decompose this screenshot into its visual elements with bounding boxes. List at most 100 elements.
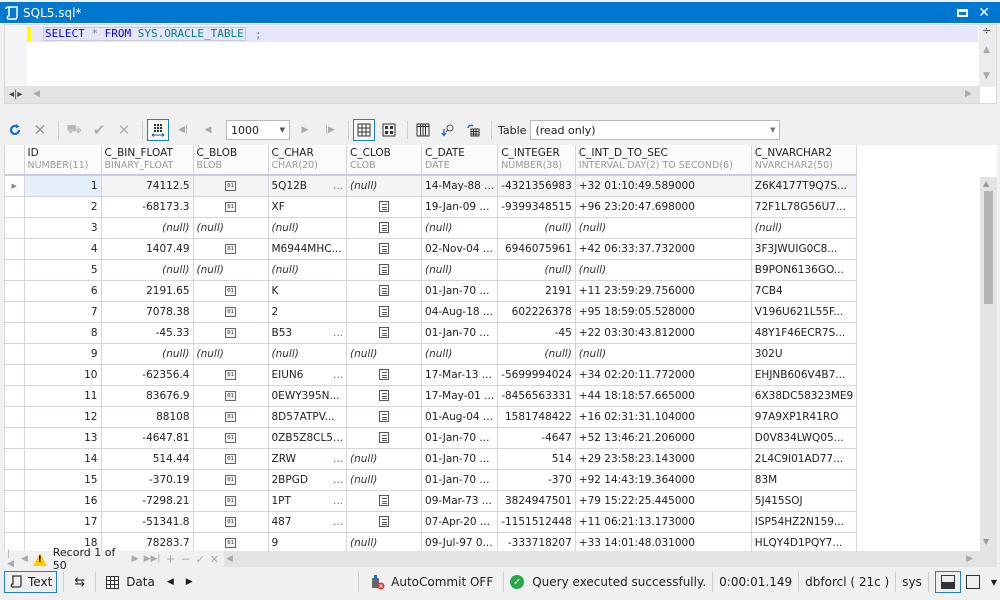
last-page-button[interactable]: |▶ [319,119,341,141]
cell-char[interactable]: (null) [268,259,348,281]
cell-blob[interactable]: 01 [193,385,269,407]
row-indicator[interactable] [5,259,25,281]
cell-char[interactable]: B53... [268,322,348,344]
cell-bin-float[interactable]: 2191.65 [101,280,194,302]
cell-char[interactable]: ZRW... [268,448,348,470]
row-indicator[interactable] [5,280,25,302]
cell-blob[interactable]: 01 [193,406,269,428]
more-text-ellipsis-icon[interactable]: ... [333,474,343,486]
cell-clob[interactable] [346,364,423,386]
row-indicator[interactable] [5,364,25,386]
cell-id[interactable]: 9 [24,343,102,365]
cell-clob[interactable] [346,511,423,533]
scroll-right-icon[interactable]: ▶ [966,554,973,564]
cell-id[interactable]: 10 [24,364,102,386]
table-row[interactable]: 5 (null) (null) (null) (null) (null) (null) B9P… [5,259,858,281]
cell-id[interactable]: 6 [24,280,102,302]
cell-clob[interactable] [346,301,423,323]
binary-data-icon[interactable]: 01 [225,474,236,485]
editor-vertical-scrollbar[interactable]: ÷ ▲ ▼ [979,25,996,87]
cell-blob[interactable]: 01 [193,301,269,323]
cell-interval[interactable]: (null) [575,343,752,365]
text-data-icon[interactable] [379,495,390,506]
table-row[interactable]: 8 -45.33 01 B53... 01-Jan-70 ... -45 +22 03:30… [5,322,858,344]
table-row[interactable]: 17 -51341.8 01 487... 07-Apr-20 ... -11515124… [5,511,858,533]
table-row[interactable]: 11 83676.9 01 0EWY395N... 17-May-01 ... -8456… [5,385,858,407]
table-row[interactable]: 2 -68173.3 01 XF 19-Jan-09 ... -9399348515 +96… [5,196,858,218]
cell-blob[interactable]: 01 [193,469,269,491]
cell-interval[interactable]: +96 23:20:47.698000 [575,196,752,218]
bottom-panel-layout-button[interactable] [934,571,961,593]
cell-integer[interactable]: (null) [497,217,576,239]
cell-id[interactable]: 7 [24,301,102,323]
scroll-up-icon[interactable]: ▲ [983,179,989,188]
table-row[interactable]: 4 1407.49 01 M6944MHC... 02-Nov-04 ... 694607… [5,238,858,260]
table-row[interactable]: 6 2191.65 01 K 01-Jan-70 ... 2191 +11 23:59:29… [5,280,858,302]
scroll-down-icon[interactable]: ▼ [983,537,989,546]
cell-nvarchar2[interactable]: ISP54HZ2N159... [751,511,858,533]
cell-clob[interactable] [346,406,423,428]
card-view-button[interactable] [378,119,400,141]
cell-date[interactable]: 09-Mar-73 ... [421,490,499,512]
cell-nvarchar2[interactable]: 5J415SOJ [751,490,858,512]
cell-integer[interactable]: -5699994024 [497,364,576,386]
text-data-icon[interactable] [379,243,390,254]
delete-record-icon[interactable]: − [181,552,191,566]
first-page-button[interactable]: ◀| [172,119,194,141]
binary-data-icon[interactable]: 01 [225,243,236,254]
cell-blob[interactable]: 01 [193,175,269,197]
export-data-button[interactable] [462,119,484,141]
cell-interval[interactable]: +16 02:31:31.104000 [575,406,752,428]
cell-char[interactable]: 1PT... [268,490,348,512]
cell-bin-float[interactable]: 7078.38 [101,301,194,323]
cell-char[interactable]: 487... [268,511,348,533]
previous-page-button[interactable]: ◀ [197,119,219,141]
cell-date[interactable]: 04-Aug-18 ... [421,301,499,323]
column-header[interactable]: C_BIN_FLOAT BINARY_FLOAT [101,145,194,176]
cell-interval[interactable]: +22 03:30:43.812000 [575,322,752,344]
insert-record-button[interactable]: ⛟ [63,119,85,141]
cell-interval[interactable]: (null) [575,217,752,239]
column-header[interactable]: ID NUMBER(11) [24,145,102,176]
cell-interval[interactable]: +44 18:18:57.665000 [575,385,752,407]
cell-bin-float[interactable]: (null) [101,343,194,365]
stop-button[interactable]: ✕ [29,119,51,141]
cell-char[interactable]: XF [268,196,348,218]
cell-date[interactable]: 01-Jan-70 ... [421,469,499,491]
cell-date[interactable]: 02-Nov-04 ... [421,238,499,260]
find-button[interactable] [437,119,459,141]
cell-interval[interactable]: +34 02:20:11.772000 [575,364,752,386]
post-edit-icon[interactable]: ✓ [196,553,205,566]
cell-bin-float[interactable]: (null) [101,259,194,281]
cell-blob[interactable]: 01 [193,532,269,551]
cell-nvarchar2[interactable]: V196U621L55F... [751,301,858,323]
cell-integer[interactable]: 514 [497,448,576,470]
cell-clob[interactable] [346,490,423,512]
text-data-icon[interactable] [379,432,390,443]
cell-nvarchar2[interactable]: HLQY4D1PQY7... [751,532,858,551]
cell-clob[interactable] [346,427,423,449]
last-record-icon[interactable]: ▶▶| [144,554,161,564]
cell-char[interactable]: 2 [268,301,348,323]
cell-char[interactable]: 2BPGD... [268,469,348,491]
cell-id[interactable]: 16 [24,490,102,512]
text-data-icon[interactable] [379,222,390,233]
cell-nvarchar2[interactable]: (null) [751,217,858,239]
cell-bin-float[interactable]: 514.44 [101,448,194,470]
cell-clob[interactable] [346,322,423,344]
binary-data-icon[interactable]: 01 [225,516,236,527]
cell-char[interactable]: M6944MHC... [268,238,348,260]
previous-tab-icon[interactable]: ◀ [167,577,174,587]
binary-data-icon[interactable]: 01 [225,285,236,296]
maximize-icon[interactable] [957,8,969,17]
cell-bin-float[interactable]: -68173.3 [101,196,194,218]
cell-bin-float[interactable]: 88108 [101,406,194,428]
cell-nvarchar2[interactable]: 7CB4 [751,280,858,302]
cell-date[interactable]: (null) [421,343,499,365]
sql-statement[interactable]: SELECT * FROM SYS.ORACLE_TABLE [43,27,246,41]
cell-date[interactable]: 09-Jul-97 0... [421,532,499,551]
row-indicator[interactable] [5,301,25,323]
cell-char[interactable]: EIUN6... [268,364,348,386]
cell-integer[interactable]: -8456563331 [497,385,576,407]
cell-bin-float[interactable]: 74112.5 [101,175,194,197]
